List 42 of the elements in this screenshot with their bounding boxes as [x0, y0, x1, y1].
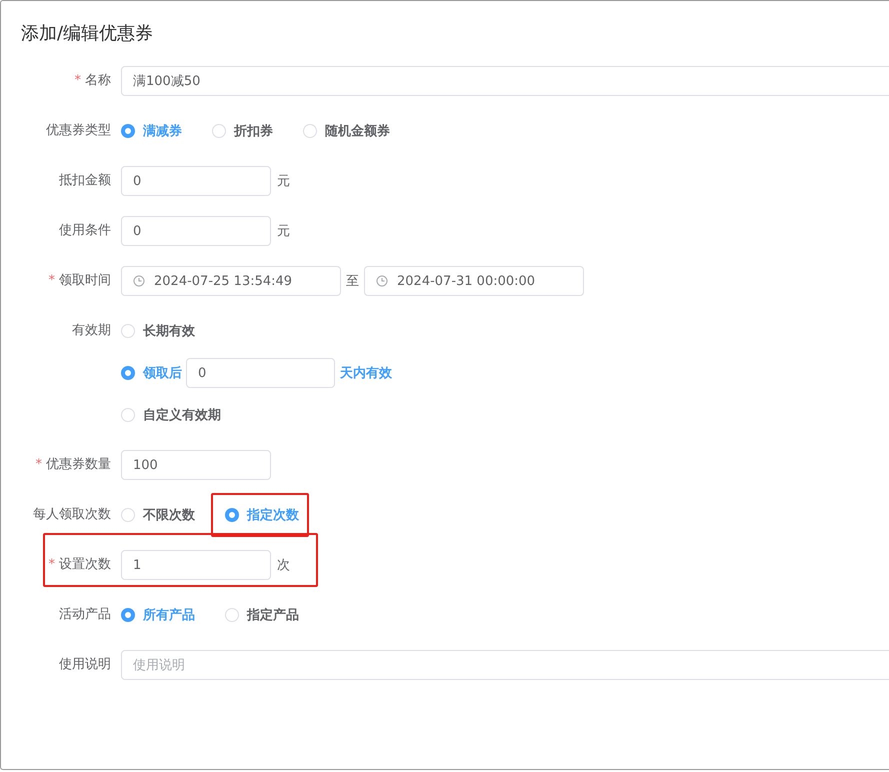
unit-label: 次 [277, 557, 290, 574]
radio-option[interactable]: 自定义有效期 [121, 406, 221, 424]
required-mark: * [48, 557, 55, 572]
date-field[interactable]: 2024-07-31 00:00:00 [364, 266, 584, 296]
unit-label: 元 [277, 173, 290, 190]
radio-option[interactable]: 随机金额券 [303, 122, 390, 140]
range-separator: 至 [346, 273, 359, 290]
radio-option[interactable]: 长期有效 [121, 322, 195, 340]
field-label: 每人领取次数 [33, 507, 111, 522]
field-label: 优惠券类型 [46, 123, 111, 138]
radio-icon[interactable] [121, 608, 135, 622]
field-label: 抵扣金额 [59, 173, 111, 188]
input-field[interactable]: 0 [121, 216, 271, 246]
radio-option[interactable]: 折扣券 [212, 122, 273, 140]
field-label: 活动产品 [59, 607, 111, 622]
input-field[interactable]: 100 [121, 450, 271, 480]
radio-icon[interactable] [225, 508, 239, 522]
field-label: 使用条件 [59, 223, 111, 238]
clock-icon [376, 275, 388, 287]
clock-icon [133, 275, 145, 287]
suffix-label: 天内有效 [340, 365, 392, 382]
input-field[interactable]: 0 [121, 166, 271, 196]
input-field[interactable]: 1 [121, 550, 271, 580]
field-label: 设置次数 [59, 557, 111, 572]
field-label: 有效期 [72, 323, 111, 338]
input-field[interactable]: 使用说明 [121, 650, 889, 680]
field-label: 领取时间 [59, 273, 111, 288]
input-field[interactable]: 0 [186, 358, 335, 388]
required-mark: * [36, 457, 42, 472]
required-mark: * [48, 273, 55, 288]
input-field[interactable]: 满100减50 [121, 66, 889, 96]
field-label: 优惠券数量 [46, 457, 111, 472]
required-mark: * [74, 73, 81, 88]
field-label: 名称 [85, 73, 111, 88]
unit-label: 元 [277, 223, 290, 240]
radio-icon[interactable] [121, 124, 135, 138]
radio-option[interactable]: 指定产品 [225, 606, 299, 624]
field-label: 使用说明 [59, 657, 111, 672]
dialog-title: 添加/编辑优惠券 [20, 22, 154, 46]
date-field[interactable]: 2024-07-25 13:54:49 [121, 266, 341, 296]
radio-icon[interactable] [121, 366, 135, 380]
radio-option[interactable]: 不限次数 [121, 506, 195, 524]
